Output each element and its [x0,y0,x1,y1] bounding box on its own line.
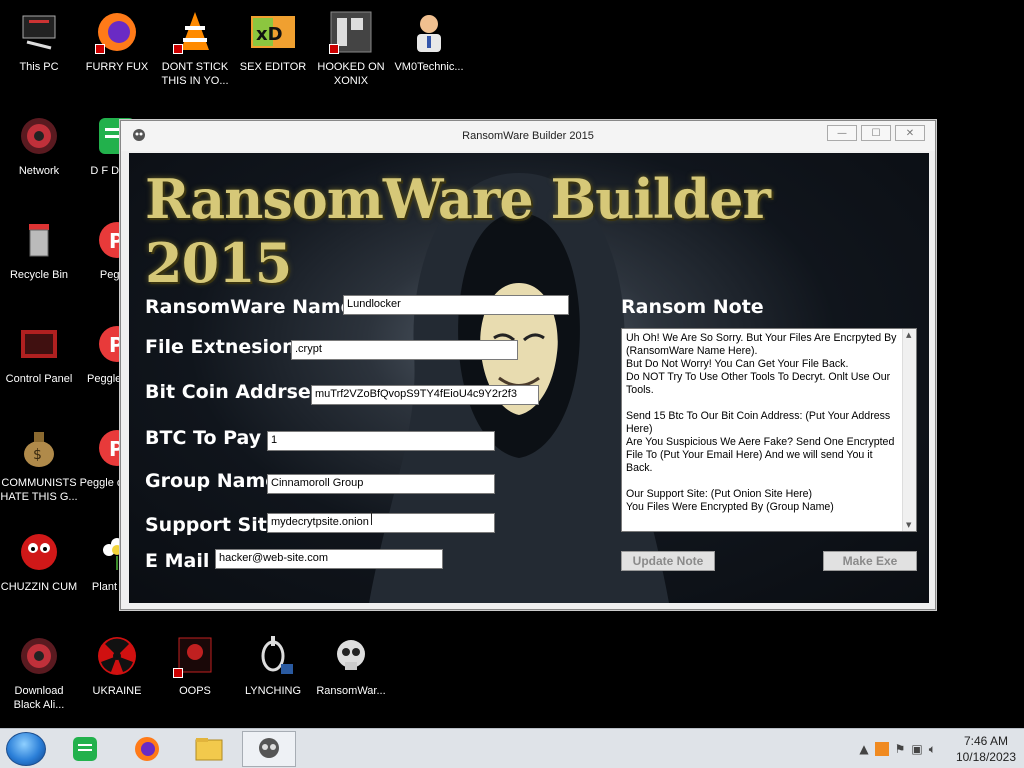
scroll-down-icon[interactable]: ▼ [906,521,911,529]
bitcoin-address-input[interactable]: muTrf2VZoBfQvopS9TY4fEioU4c9Y2r2f3 [311,385,539,405]
taskbar-ransomware-app[interactable] [242,731,296,767]
desktop-icon-vm0technic[interactable]: VM0Technic... [390,8,468,74]
chevron-up-icon[interactable]: ▲ [859,742,868,756]
update-note-button[interactable]: Update Note [621,551,715,571]
ransom-note-label: Ransom Note [621,296,764,318]
clock-date: 10/18/2023 [955,750,1016,764]
btc-to-pay-input[interactable]: 1 [267,431,495,451]
chuzzle-icon [15,528,63,576]
desktop-icon-hooked-on-xonix[interactable]: HOOKED ON XONIX [312,8,390,88]
svg-text:$: $ [33,447,42,463]
app-tray-icon[interactable] [874,742,889,756]
file-extension-input[interactable]: .crypt [291,340,518,360]
hxd-icon: xD [249,8,297,56]
network-icon [15,112,63,160]
start-button[interactable] [6,732,46,766]
group-name-label: Group Name [145,470,279,492]
shortcut-arrow-icon [173,668,183,678]
desktop-icon-ransomware[interactable]: RansomWar... [312,632,390,698]
desktop-icon-oops[interactable]: OOPS [156,632,234,698]
window-title: RansomWare Builder 2015 [462,130,594,142]
money-bag-icon: $ [15,424,63,472]
file-extension-label: File Extnesion [145,336,296,358]
clock[interactable]: 7:46 AM 10/18/2023 [956,733,1016,765]
maximize-button[interactable]: ☐ [861,125,891,141]
download-icon [15,632,63,680]
close-button[interactable]: ✕ [895,125,925,141]
support-site-label: Support Site [145,514,280,536]
desktop-icon-control-panel[interactable]: Control Panel [0,320,78,386]
ransomware-skull-icon [259,738,279,758]
desktop-icon-communists[interactable]: $ COMMUNISTS HATE THIS G... [0,424,78,504]
volume-icon[interactable]: 🔈︎ [929,742,936,757]
title-bar[interactable]: RansomWare Builder 2015 — ☐ ✕ [121,121,935,151]
ransomware-builder-window: RansomWare Builder 2015 — ☐ ✕ RansomWare… [120,120,936,610]
computer-icon [15,8,63,56]
doctor-icon [405,8,453,56]
support-site-input[interactable]: mydecrytpsite.onion [267,513,495,533]
scroll-up-icon[interactable]: ▲ [906,331,911,339]
taskbar: ▲ ⚑ ▣ 🔈︎ 7:46 AM 10/18/2023 [0,728,1024,768]
file-explorer-icon [195,738,223,761]
ransomware-skull-icon [327,632,375,680]
ransom-note-text: Uh Oh! We Are So Sorry. But Your Files A… [626,332,897,513]
taskbar-firefox-app[interactable] [120,731,174,767]
taskbar-notes-app[interactable] [58,731,112,767]
clock-time: 7:46 AM [963,734,1008,748]
btc-to-pay-label: BTC To Pay [145,427,262,449]
desktop-icon-ukraine[interactable]: UKRAINE [78,632,156,698]
app-logo: RansomWare Builder 2015 [145,167,771,295]
vlc-icon [171,8,219,56]
desktop-icon-sex-editor[interactable]: xD SEX EDITOR [234,8,312,74]
make-exe-button[interactable]: Make Exe [823,551,917,571]
desktop-icon-chuzzin[interactable]: CHUZZIN CUM [0,528,78,594]
system-tray: ▲ ⚑ ▣ 🔈︎ 7:46 AM 10/18/2023 [859,729,1024,768]
shortcut-arrow-icon [173,44,183,54]
firefox-icon [135,737,159,761]
ransom-note-scrollbar[interactable]: ▲ ▼ [902,329,916,531]
desktop-icon-dont-stick[interactable]: DONT STICK THIS IN YO... [156,8,234,88]
desktop-icon-download-black-ali[interactable]: Download Black Ali... [0,632,78,712]
text-cursor [371,511,372,525]
skull-icon [171,632,219,680]
email-label: E Mail [145,550,210,572]
desktop-icon-furry-fux[interactable]: FURRY FUX [78,8,156,74]
firefox-icon [93,8,141,56]
shortcut-arrow-icon [329,44,339,54]
ransomware-name-label: RansomWare Name [145,296,354,318]
control-panel-icon [15,320,63,368]
builder-client-area: RansomWare Builder 2015 RansomWare Name … [129,153,929,603]
group-name-input[interactable]: Cinnamoroll Group [267,474,495,494]
minimize-button[interactable]: — [827,125,857,141]
taskbar-file-explorer-app[interactable] [182,731,236,767]
notes-icon [73,737,97,761]
recycle-bin-icon [15,216,63,264]
desktop-icon-recycle-bin[interactable]: Recycle Bin [0,216,78,282]
desktop-icon-network[interactable]: Network [0,112,78,178]
ransomware-name-input[interactable]: Lundlocker [343,295,569,315]
desktop-icon-lynching[interactable]: LYNCHING [234,632,312,698]
bitcoin-address-label: Bit Coin Addrses [145,381,323,403]
xonix-icon [327,8,375,56]
radiation-icon [93,632,141,680]
email-input[interactable]: hacker@web-site.com [215,549,443,569]
flag-icon[interactable]: ⚑ [895,742,906,756]
shortcut-arrow-icon [95,44,105,54]
network-icon[interactable]: ▣ [911,742,922,756]
desktop-icon-this-pc[interactable]: This PC [0,8,78,74]
ransom-note-textarea[interactable]: Uh Oh! We Are So Sorry. But Your Files A… [621,328,917,532]
svg-text:xD: xD [256,24,283,45]
noose-icon [249,632,297,680]
